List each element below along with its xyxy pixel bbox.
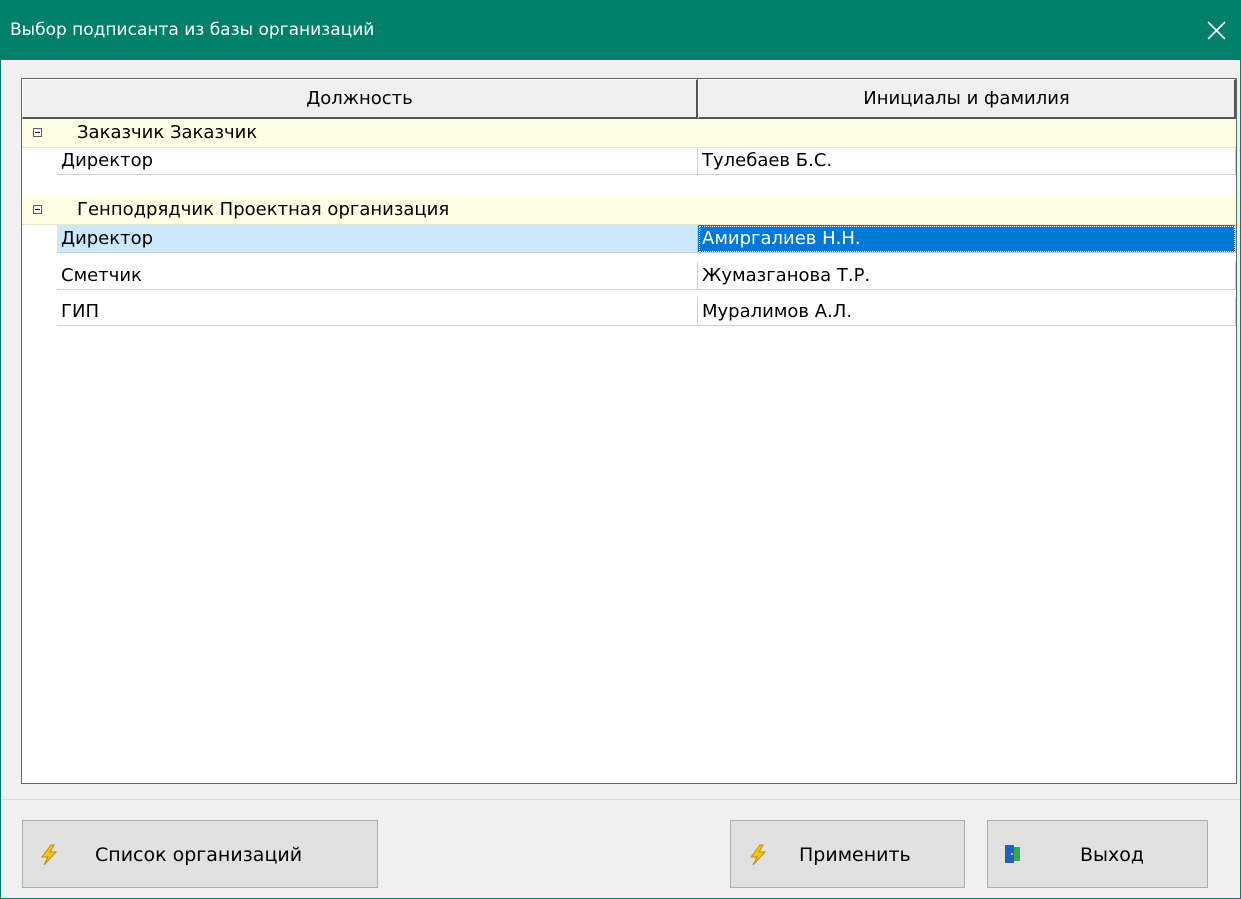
signer-grid[interactable]: Должность Инициалы и фамилия Заказчик За… — [21, 78, 1237, 784]
close-icon — [1207, 21, 1226, 40]
position-cell[interactable]: Директор — [57, 225, 698, 253]
group-row-contractor[interactable]: Генподрядчик Проектная организация — [22, 196, 1236, 225]
group-label: Генподрядчик Проектная организация — [77, 199, 450, 220]
name-cell[interactable]: Амиргалиев Н.Н. — [698, 225, 1236, 253]
table-row[interactable]: ГИП Муралимов А.Л. — [22, 298, 1236, 326]
title-bar[interactable]: Выбор подписанта из базы организаций — [1, 1, 1240, 60]
name-cell[interactable]: Муралимов А.Л. — [698, 298, 1236, 326]
door-exit-icon — [1005, 845, 1020, 863]
column-header-position[interactable]: Должность — [22, 79, 698, 119]
position-cell[interactable]: Сметчик — [57, 262, 698, 290]
collapse-icon[interactable] — [33, 128, 42, 137]
group-row-customer[interactable]: Заказчик Заказчик — [22, 119, 1236, 148]
table-row[interactable]: Директор Тулебаев Б.С. — [22, 147, 1236, 175]
lightning-icon — [41, 844, 58, 866]
close-button[interactable] — [1194, 1, 1240, 60]
column-header-name[interactable]: Инициалы и фамилия — [698, 79, 1236, 119]
window-title: Выбор подписанта из базы организаций — [10, 20, 375, 40]
button-label: Выход — [1080, 844, 1145, 866]
table-row-selected[interactable]: Директор Амиргалиев Н.Н. — [22, 225, 1236, 253]
table-row[interactable]: Сметчик Жумазганова Т.Р. — [22, 262, 1236, 290]
collapse-icon[interactable] — [33, 205, 42, 214]
organizations-list-button[interactable]: Список организаций — [22, 820, 378, 888]
position-cell[interactable]: Директор — [57, 147, 698, 175]
apply-button[interactable]: Применить — [730, 820, 965, 888]
position-cell[interactable]: ГИП — [57, 298, 698, 326]
grid-header: Должность Инициалы и фамилия — [22, 79, 1236, 119]
name-cell[interactable]: Жумазганова Т.Р. — [698, 262, 1236, 290]
divider — [1, 799, 1240, 800]
name-cell[interactable]: Тулебаев Б.С. — [698, 147, 1236, 175]
dialog-window: Выбор подписанта из базы организаций Дол… — [0, 0, 1241, 899]
button-label: Применить — [799, 844, 911, 866]
exit-button[interactable]: Выход — [987, 820, 1208, 888]
lightning-icon — [750, 844, 767, 866]
group-label: Заказчик Заказчик — [77, 122, 258, 143]
button-label: Список организаций — [95, 844, 303, 866]
